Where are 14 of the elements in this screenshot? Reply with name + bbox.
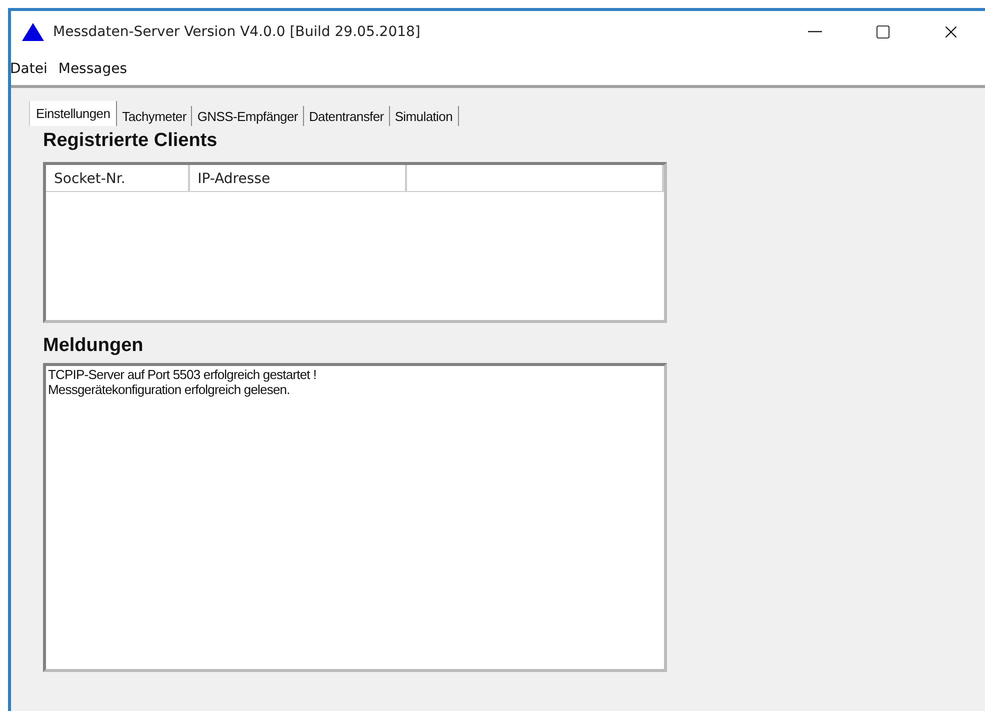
message-line: TCPIP-Server auf Port 5503 erfolgreich gestartet ! — [48, 367, 318, 382]
message-line: Messgerätekonfiguration erfolgreich gelesen. — [48, 382, 291, 397]
messages-box[interactable]: TCPIP-Server auf Port 5503 erfolgreich gestartet ! Messgerätekonfiguration erfolgreich gelesen. — [43, 363, 667, 672]
window-title: Messdaten-Server Version V4.0.0 [Build 29.05.2018] — [53, 24, 422, 40]
section-heading: Registrierte Clients — [43, 130, 218, 152]
triangle-icon — [21, 22, 45, 42]
column-header[interactable]: IP-Adresse — [190, 165, 407, 191]
menu-item[interactable]: Datei — [10, 61, 54, 77]
menu-item[interactable]: Messages — [52, 61, 134, 77]
tab[interactable]: Einstellungen — [29, 101, 118, 126]
column-header[interactable]: Socket-Nr. — [46, 165, 190, 191]
maximize-icon — [875, 24, 891, 40]
minimize-icon — [808, 31, 822, 33]
section-heading: Meldungen — [43, 335, 144, 357]
